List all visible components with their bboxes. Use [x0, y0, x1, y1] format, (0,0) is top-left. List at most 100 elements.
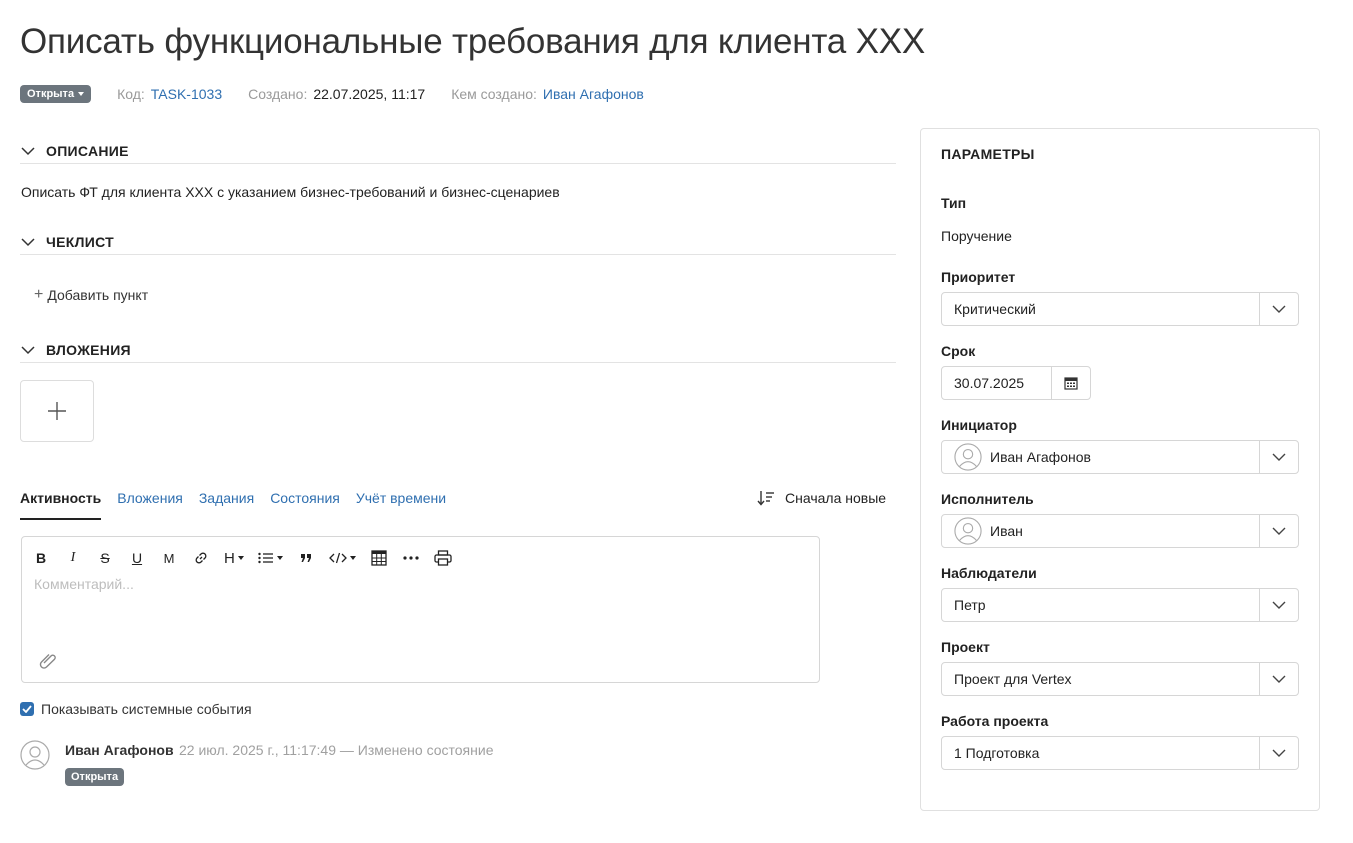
due-date-value: 30.07.2025 [954, 375, 1025, 391]
code-icon [328, 552, 347, 564]
print-button[interactable] [434, 550, 452, 566]
table-button[interactable] [370, 550, 388, 566]
user-avatar-icon [20, 740, 50, 770]
tab-attachments[interactable]: Вложения [117, 490, 183, 520]
chevron-down-icon [1259, 441, 1298, 473]
type-value: Поручение [941, 228, 1012, 244]
quote-icon [300, 554, 311, 562]
attachments-header[interactable]: ВЛОЖЕНИЯ [20, 341, 896, 363]
sort-button[interactable]: Сначала новые [757, 490, 886, 506]
more-icon [403, 556, 419, 560]
bold-button[interactable]: B [32, 550, 50, 566]
type-label: Тип [941, 195, 967, 211]
editor-toolbar: B I S U M H [32, 547, 452, 569]
due-date-field[interactable]: 30.07.2025 [941, 366, 1091, 400]
plus-icon [48, 402, 66, 420]
add-checklist-item-button[interactable]: + Добавить пункт [34, 287, 149, 304]
checklist-header[interactable]: ЧЕКЛИСТ [20, 233, 896, 255]
print-icon [434, 550, 452, 566]
priority-select[interactable]: Критический [941, 292, 1299, 326]
show-system-events-checkbox[interactable]: Показывать системные события [20, 701, 252, 717]
activity-meta: 22 июл. 2025 г., 11:17:49 — Изменено сос… [179, 742, 494, 758]
page-title: Описать функциональные требования для кл… [20, 22, 926, 61]
parameters-title: ПАРАМЕТРЫ [941, 146, 1035, 162]
add-attachment-button[interactable] [20, 380, 94, 442]
code-dropdown[interactable] [328, 552, 356, 564]
underline-button[interactable]: U [128, 550, 146, 566]
project-select[interactable]: Проект для Vertex [941, 662, 1299, 696]
priority-value: Критический [954, 301, 1036, 317]
description-header[interactable]: ОПИСАНИЕ [20, 142, 896, 164]
status-badge: Открыта [65, 768, 125, 786]
project-value: Проект для Vertex [954, 671, 1072, 687]
initiator-value: Иван Агафонов [990, 449, 1091, 465]
author-link[interactable]: Иван Агафонов [543, 86, 644, 102]
assignee-value: Иван [990, 523, 1023, 539]
chevron-down-icon [21, 146, 35, 155]
caret-down-icon [276, 556, 283, 560]
due-label: Срок [941, 343, 976, 359]
task-meta: Открыта Код: TASK-1033 Создано: 22.07.20… [20, 84, 644, 104]
list-icon [258, 552, 273, 564]
assignee-label: Исполнитель [941, 491, 1034, 507]
status-label: Открыта [27, 88, 75, 100]
attach-file-button[interactable] [38, 651, 58, 674]
sort-label: Сначала новые [785, 490, 887, 506]
comment-editor[interactable]: B I S U M H Комментарий... [21, 536, 820, 683]
heading-dropdown[interactable]: H [224, 550, 244, 567]
chevron-down-icon [1259, 589, 1298, 621]
watchers-value: Петр [954, 597, 986, 613]
tab-time-tracking[interactable]: Учёт времени [356, 490, 446, 520]
assignee-select[interactable]: Иван [941, 514, 1299, 548]
project-work-label: Работа проекта [941, 713, 1049, 729]
activity-author: Иван Агафонов [65, 742, 174, 758]
created-value: 22.07.2025, 11:17 [313, 86, 426, 102]
task-code-link[interactable]: TASK-1033 [151, 86, 222, 102]
caret-down-icon [237, 556, 244, 560]
chevron-down-icon [21, 237, 35, 246]
project-work-value: 1 Подготовка [954, 745, 1040, 761]
chevron-down-icon [1259, 293, 1298, 325]
sort-descending-icon [757, 491, 774, 506]
tab-tasks[interactable]: Задания [199, 490, 254, 520]
quote-button[interactable] [297, 553, 315, 563]
comment-placeholder: Комментарий... [34, 576, 134, 592]
chevron-down-icon [1259, 663, 1298, 695]
chevron-down-icon [1259, 515, 1298, 547]
project-work-select[interactable]: 1 Подготовка [941, 736, 1299, 770]
attachments-title: ВЛОЖЕНИЯ [46, 341, 131, 358]
calendar-icon[interactable] [1051, 367, 1090, 399]
paperclip-icon [39, 654, 56, 669]
description-text: Описать ФТ для клиента XXX с указанием б… [21, 184, 560, 200]
created-label: Создано: [248, 86, 308, 102]
mark-button[interactable]: M [160, 551, 178, 566]
caret-down-icon [349, 556, 356, 560]
tab-states[interactable]: Состояния [270, 490, 340, 520]
user-avatar-icon [954, 517, 982, 545]
user-avatar-icon [954, 443, 982, 471]
link-icon [195, 552, 207, 564]
table-icon [371, 550, 387, 566]
tab-activity[interactable]: Активность [20, 490, 102, 520]
activity-tabs: Активность Вложения Задания Состояния Уч… [20, 490, 446, 520]
watchers-label: Наблюдатели [941, 565, 1037, 581]
avatar [20, 740, 50, 775]
italic-button[interactable]: I [64, 550, 82, 566]
checklist-title: ЧЕКЛИСТ [46, 233, 115, 250]
add-checklist-item-label: Добавить пункт [47, 287, 149, 303]
list-dropdown[interactable] [258, 552, 283, 564]
caret-down-icon [78, 92, 85, 96]
link-button[interactable] [192, 551, 210, 565]
chevron-down-icon [1259, 737, 1298, 769]
watchers-select[interactable]: Петр [941, 588, 1299, 622]
project-label: Проект [941, 639, 990, 655]
more-button[interactable] [402, 556, 420, 560]
code-label: Код: [117, 86, 145, 102]
chevron-down-icon [21, 345, 35, 354]
author-label: Кем создано: [451, 86, 537, 102]
status-dropdown[interactable]: Открыта [20, 85, 92, 103]
initiator-select[interactable]: Иван Агафонов [941, 440, 1299, 474]
strikethrough-button[interactable]: S [96, 550, 114, 566]
show-system-events-label: Показывать системные события [41, 701, 252, 717]
checkbox-checked-icon [20, 702, 34, 716]
